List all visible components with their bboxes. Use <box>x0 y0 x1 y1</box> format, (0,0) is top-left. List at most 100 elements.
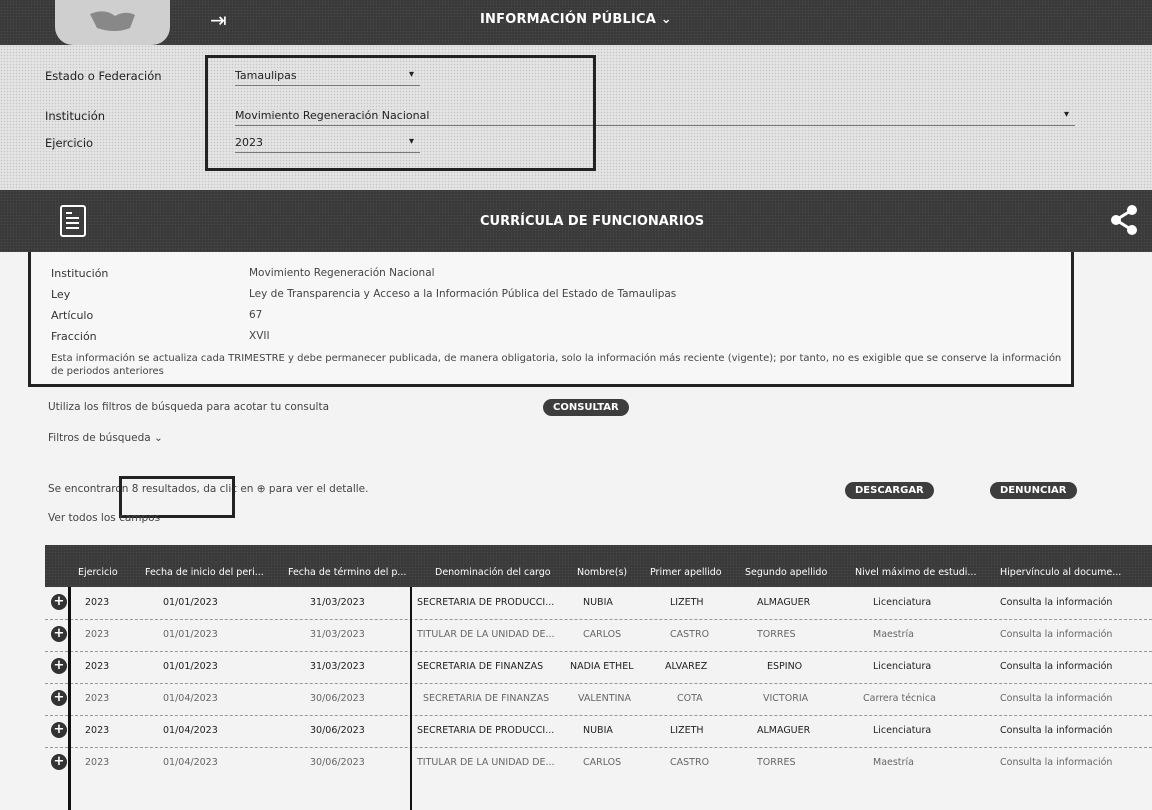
cell-cargo: TITULAR DE LA UNIDAD DE... <box>417 757 555 768</box>
table-row: + 2023 01/04/2023 30/06/2023 TITULAR DE … <box>45 747 1152 779</box>
column-header[interactable]: Nombre(s) <box>577 567 627 578</box>
info-fraccion-value: XVII <box>249 330 270 342</box>
cell-ejercicio: 2023 <box>85 661 110 672</box>
cell-nombre: NUBIA <box>583 597 613 608</box>
cell-nombre: NUBIA <box>583 725 613 736</box>
cell-primer-apellido: ALVAREZ <box>665 661 708 672</box>
column-header[interactable]: Ejercicio <box>78 567 118 578</box>
ejercicio-label: Ejercicio <box>45 136 94 150</box>
column-header[interactable]: Fecha de inicio del peri... <box>145 567 264 578</box>
cell-primer-apellido: LIZETH <box>670 725 704 736</box>
cell-hipervinculo[interactable]: Consulta la información <box>1000 757 1112 768</box>
cell-ejercicio: 2023 <box>85 597 110 608</box>
column-header[interactable]: Hipervínculo al docume... <box>1000 567 1121 578</box>
cell-nivel-estudios: Licenciatura <box>873 597 932 608</box>
expand-row-icon[interactable]: + <box>51 626 67 642</box>
info-ley-value: Ley de Transparencia y Acceso a la Infor… <box>249 288 677 300</box>
cell-fecha-termino: 31/03/2023 <box>310 661 365 672</box>
show-all-link[interactable]: Ver todos los campos <box>48 512 160 524</box>
section-header: CURRÍCULA DE FUNCIONARIOS <box>0 190 1152 252</box>
info-institucion-value: Movimiento Regeneración Nacional <box>249 267 435 279</box>
cell-fecha-termino: 30/06/2023 <box>310 757 365 768</box>
cell-hipervinculo[interactable]: Consulta la información <box>1000 597 1112 608</box>
exit-icon[interactable]: ⇥ <box>210 8 227 32</box>
cell-cargo: SECRETARIA DE FINANZAS <box>423 693 550 704</box>
cell-nivel-estudios: Licenciatura <box>873 725 932 736</box>
cell-segundo-apellido: TORRES <box>757 629 796 640</box>
report-button[interactable]: DENUNCIAR <box>990 482 1077 499</box>
column-header[interactable]: Fecha de término del p... <box>288 567 406 578</box>
table-row: + 2023 01/04/2023 30/06/2023 SECRETARIA … <box>45 683 1152 716</box>
cell-fecha-inicio: 01/04/2023 <box>163 757 218 768</box>
search-hint: Utiliza los filtros de búsqueda para aco… <box>48 401 330 413</box>
institucion-label: Institución <box>45 109 106 123</box>
cell-fecha-inicio: 01/04/2023 <box>163 693 218 704</box>
expand-row-icon[interactable]: + <box>51 690 67 706</box>
cell-fecha-inicio: 01/04/2023 <box>163 725 218 736</box>
info-fraccion-label: Fracción <box>51 330 97 343</box>
top-bar: ⇥ INFORMACIÓN PÚBLICA ⌄ <box>0 0 1152 45</box>
download-button[interactable]: DESCARGAR <box>845 482 934 499</box>
cell-segundo-apellido: VICTORIA <box>763 693 809 704</box>
cell-hipervinculo[interactable]: Consulta la información <box>1000 629 1112 640</box>
cell-hipervinculo[interactable]: Consulta la información <box>1000 693 1112 704</box>
estado-label: Estado o Federación <box>45 69 162 83</box>
cell-hipervinculo[interactable]: Consulta la información <box>1000 661 1112 672</box>
cell-segundo-apellido: ALMAGUER <box>757 725 811 736</box>
info-ley-label: Ley <box>51 288 71 301</box>
cell-cargo: SECRETARIA DE FINANZAS <box>417 661 544 672</box>
cell-primer-apellido: CASTRO <box>670 629 710 640</box>
cell-fecha-inicio: 01/01/2023 <box>163 661 218 672</box>
annotation-line <box>68 587 71 810</box>
cell-nivel-estudios: Maestría <box>873 629 914 640</box>
table-header: Ejercicio Fecha de inicio del peri... Fe… <box>45 545 1152 587</box>
cell-nombre: VALENTINA <box>578 693 632 704</box>
cell-segundo-apellido: ESPINO <box>767 661 803 672</box>
consult-button[interactable]: CONSULTAR <box>543 399 629 416</box>
cell-hipervinculo[interactable]: Consulta la información <box>1000 725 1112 736</box>
section-title: CURRÍCULA DE FUNCIONARIOS <box>480 214 705 229</box>
info-box: Institución Movimiento Regeneración Naci… <box>28 252 1074 387</box>
table-row: + 2023 01/01/2023 31/03/2023 SECRETARIA … <box>45 651 1152 684</box>
column-header[interactable]: Primer apellido <box>650 567 722 578</box>
filters-toggle[interactable]: Filtros de búsqueda ⌄ <box>48 432 163 444</box>
expand-row-icon[interactable]: + <box>51 754 67 770</box>
info-note: Esta información se actualiza cada TRIME… <box>51 353 1062 377</box>
topbar-title[interactable]: INFORMACIÓN PÚBLICA ⌄ <box>480 12 672 27</box>
info-articulo-value: 67 <box>249 309 263 321</box>
cell-primer-apellido: COTA <box>677 693 703 704</box>
table-row: + 2023 01/04/2023 30/06/2023 SECRETARIA … <box>45 715 1152 748</box>
table-row: + 2023 01/01/2023 31/03/2023 TITULAR DE … <box>45 619 1152 652</box>
cell-nivel-estudios: Carrera técnica <box>863 693 936 704</box>
highlight-box <box>205 55 596 171</box>
cell-ejercicio: 2023 <box>85 757 110 768</box>
cell-fecha-termino: 31/03/2023 <box>310 629 365 640</box>
cell-cargo: TITULAR DE LA UNIDAD DE... <box>417 629 555 640</box>
table-row: + 2023 01/01/2023 31/03/2023 SECRETARIA … <box>45 587 1152 620</box>
cell-fecha-termino: 30/06/2023 <box>310 725 365 736</box>
cell-fecha-inicio: 01/01/2023 <box>163 597 218 608</box>
cell-nivel-estudios: Maestría <box>873 757 914 768</box>
cell-fecha-termino: 31/03/2023 <box>310 597 365 608</box>
cell-segundo-apellido: TORRES <box>757 757 796 768</box>
cell-ejercicio: 2023 <box>85 629 110 640</box>
cell-nombre: CARLOS <box>583 629 622 640</box>
cell-cargo: SECRETARIA DE PRODUCCI... <box>417 725 555 736</box>
share-icon[interactable] <box>1110 204 1140 236</box>
annotation-line <box>410 587 412 810</box>
expand-row-icon[interactable]: + <box>51 594 67 610</box>
cell-fecha-inicio: 01/01/2023 <box>163 629 218 640</box>
column-header[interactable]: Nivel máximo de estudi... <box>855 567 976 578</box>
info-articulo-label: Artículo <box>51 309 94 322</box>
cell-primer-apellido: CASTRO <box>670 757 710 768</box>
column-header[interactable]: Denominación del cargo <box>435 567 551 578</box>
cell-ejercicio: 2023 <box>85 693 110 704</box>
document-icon <box>60 205 86 237</box>
chevron-down-icon: ▾ <box>1063 109 1069 120</box>
cell-cargo: SECRETARIA DE PRODUCCI... <box>417 597 555 608</box>
column-header[interactable]: Segundo apellido <box>745 567 827 578</box>
cell-segundo-apellido: ALMAGUER <box>757 597 811 608</box>
expand-row-icon[interactable]: + <box>51 658 67 674</box>
cell-nivel-estudios: Licenciatura <box>873 661 932 672</box>
expand-row-icon[interactable]: + <box>51 722 67 738</box>
